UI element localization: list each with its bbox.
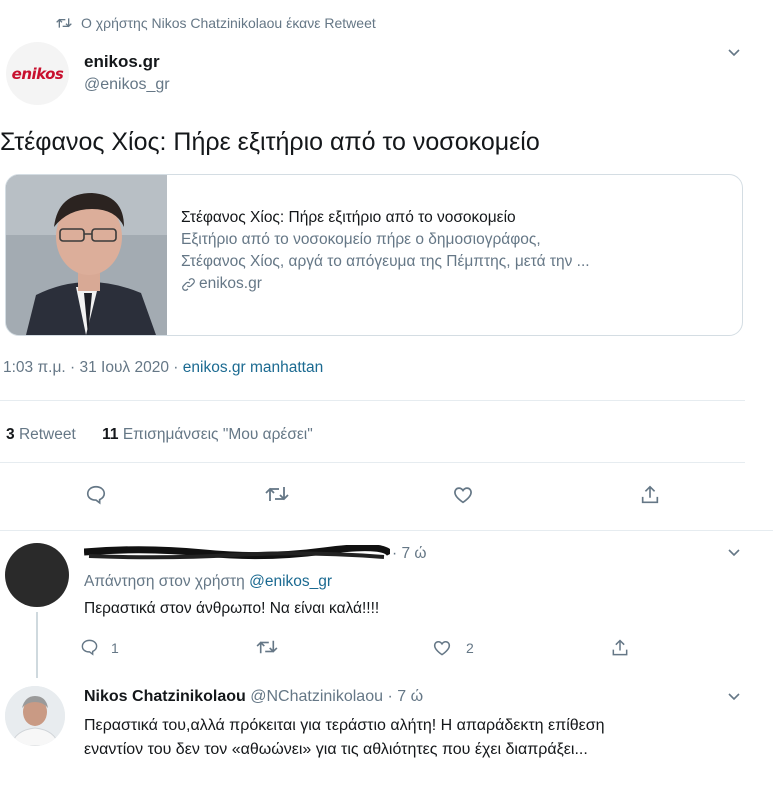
card-title: Στέφανος Χίος: Πήρε εξιτήριο από το νοσο… xyxy=(181,209,516,226)
likes-stat-label: Επισημάνσεις "Μου αρέσει" xyxy=(122,426,313,443)
likes-stat[interactable]: 11 Επισημάνσεις "Μου αρέσει" xyxy=(102,426,313,443)
retweet-icon xyxy=(56,17,72,29)
like-button[interactable]: 2 xyxy=(432,638,474,658)
chevron-down-icon[interactable] xyxy=(727,48,741,58)
card-site: enikos.gr xyxy=(181,273,590,295)
reply-count: 1 xyxy=(111,639,119,656)
tweet-action-bar xyxy=(0,484,773,514)
reply-time[interactable]: · 7 ώ xyxy=(392,545,427,563)
retweet-count: 3 xyxy=(6,426,15,443)
reply-author-avatar[interactable] xyxy=(5,686,65,746)
thread-line xyxy=(36,612,38,678)
redacted-author xyxy=(83,544,394,562)
card-image xyxy=(6,175,167,335)
author-avatar[interactable]: enikos xyxy=(6,42,69,105)
link-card[interactable]: Στέφανος Χίος: Πήρε εξιτήριο από το νοσο… xyxy=(5,174,743,336)
like-count: 2 xyxy=(466,640,474,656)
link-icon xyxy=(181,277,196,292)
reply-button[interactable]: 1 xyxy=(80,638,119,657)
reply-avatar[interactable] xyxy=(5,543,69,607)
share-icon[interactable] xyxy=(610,638,630,658)
divider xyxy=(0,530,773,531)
reply-action-bar: 1 2 xyxy=(80,638,640,660)
reply-text: Περαστικά στον άνθρωπο! Να είναι καλά!!!… xyxy=(84,600,380,617)
retweet-stat-label: Retweet xyxy=(18,426,76,443)
author-name[interactable]: enikos.gr xyxy=(84,52,160,72)
reply-text-line2: εναντίον του δεν τον «αθωώνει» για τις α… xyxy=(84,741,588,758)
share-icon[interactable] xyxy=(639,484,661,506)
reply-icon[interactable] xyxy=(85,484,107,506)
retweet-action-icon[interactable] xyxy=(256,638,278,656)
card-site-label: enikos.gr xyxy=(199,275,262,292)
reply-icon xyxy=(81,639,98,656)
tweet-source[interactable]: enikos.gr manhattan xyxy=(183,359,323,376)
replying-to-handle[interactable]: @enikos_gr xyxy=(249,573,332,590)
tweet-timestamp[interactable]: 1:03 π.μ. · 31 Ιουλ 2020 · xyxy=(3,359,178,376)
divider xyxy=(0,462,745,463)
likes-count: 11 xyxy=(102,426,119,443)
replying-to-label: Απάντηση στον χρήστη xyxy=(84,573,245,590)
retweet-action-icon[interactable] xyxy=(265,484,289,504)
retweet-header: Ο χρήστης Nikos Chatzinikolaou έκανε Ret… xyxy=(56,15,376,31)
like-icon[interactable] xyxy=(452,484,474,506)
reply-text-line1: Περαστικά του,αλλά πρόκειται για τεράστι… xyxy=(84,717,605,734)
reply-author-name[interactable]: Nikos Chatzinikolaou xyxy=(84,688,246,705)
replying-to: Απάντηση στον χρήστη @enikos_gr xyxy=(84,573,332,591)
divider xyxy=(0,400,745,401)
tweet-stats: 3 Retweet 11 Επισημάνσεις "Μου αρέσει" xyxy=(6,426,313,444)
retweet-header-text: Ο χρήστης Nikos Chatzinikolaou έκανε Ret… xyxy=(81,15,376,31)
like-icon xyxy=(433,640,451,656)
card-description-line1: Εξιτήριο από το νοσοκομείο πήρε ο δημοσι… xyxy=(181,231,541,248)
tweet-text: Στέφανος Χίος: Πήρε εξιτήριο από το νοσο… xyxy=(0,128,540,156)
reply-author: Nikos Chatzinikolaou @NChatzinikolaou · … xyxy=(84,688,423,706)
card-description-line2: Στέφανος Χίος, αργά το απόγευμα της Πέμπ… xyxy=(181,253,590,270)
reply-text: Περαστικά του,αλλά πρόκειται για τεράστι… xyxy=(84,714,605,762)
retweet-stat[interactable]: 3 Retweet xyxy=(6,426,76,443)
enikos-logo: enikos xyxy=(11,64,64,83)
reply-author-handle[interactable]: @NChatzinikolaou · 7 ώ xyxy=(250,688,423,705)
tweet-meta: 1:03 π.μ. · 31 Ιουλ 2020 · enikos.gr man… xyxy=(3,359,323,377)
chevron-down-icon[interactable] xyxy=(727,692,741,702)
author-handle[interactable]: @enikos_gr xyxy=(84,76,170,94)
chevron-down-icon[interactable] xyxy=(727,548,741,558)
